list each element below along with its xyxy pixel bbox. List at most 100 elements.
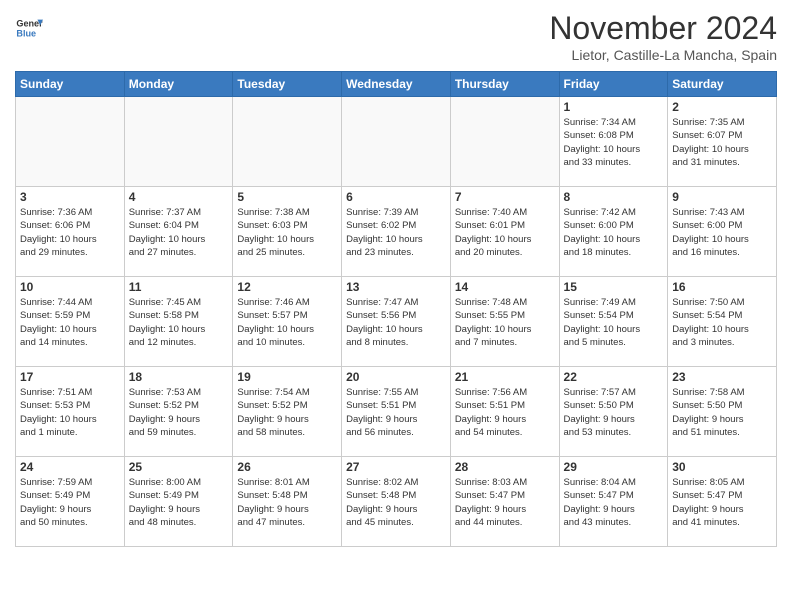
day-number: 7 (455, 190, 555, 204)
calendar-cell (450, 97, 559, 187)
calendar-cell: 16 Sunrise: 7:50 AM Sunset: 5:54 PM Dayli… (668, 277, 777, 367)
day-number: 23 (672, 370, 772, 384)
calendar-cell: 26 Sunrise: 8:01 AM Sunset: 5:48 PM Dayli… (233, 457, 342, 547)
day-detail: Sunrise: 8:02 AM Sunset: 5:48 PM Dayligh… (346, 476, 446, 529)
day-number: 13 (346, 280, 446, 294)
day-number: 8 (564, 190, 664, 204)
day-number: 16 (672, 280, 772, 294)
logo-icon: General Blue (15, 14, 43, 42)
day-detail: Sunrise: 7:57 AM Sunset: 5:50 PM Dayligh… (564, 386, 664, 439)
day-number: 28 (455, 460, 555, 474)
day-number: 18 (129, 370, 229, 384)
day-number: 27 (346, 460, 446, 474)
calendar-cell: 4 Sunrise: 7:37 AM Sunset: 6:04 PM Daylig… (124, 187, 233, 277)
day-detail: Sunrise: 7:51 AM Sunset: 5:53 PM Dayligh… (20, 386, 120, 439)
day-number: 15 (564, 280, 664, 294)
calendar-cell: 25 Sunrise: 8:00 AM Sunset: 5:49 PM Dayli… (124, 457, 233, 547)
day-number: 6 (346, 190, 446, 204)
calendar-cell: 18 Sunrise: 7:53 AM Sunset: 5:52 PM Dayli… (124, 367, 233, 457)
day-number: 9 (672, 190, 772, 204)
calendar-cell: 29 Sunrise: 8:04 AM Sunset: 5:47 PM Dayli… (559, 457, 668, 547)
day-detail: Sunrise: 8:00 AM Sunset: 5:49 PM Dayligh… (129, 476, 229, 529)
calendar-cell: 5 Sunrise: 7:38 AM Sunset: 6:03 PM Daylig… (233, 187, 342, 277)
calendar-cell: 30 Sunrise: 8:05 AM Sunset: 5:47 PM Dayli… (668, 457, 777, 547)
day-detail: Sunrise: 7:44 AM Sunset: 5:59 PM Dayligh… (20, 296, 120, 349)
day-number: 30 (672, 460, 772, 474)
calendar-week-row: 17 Sunrise: 7:51 AM Sunset: 5:53 PM Dayli… (16, 367, 777, 457)
day-number: 21 (455, 370, 555, 384)
calendar-cell: 19 Sunrise: 7:54 AM Sunset: 5:52 PM Dayli… (233, 367, 342, 457)
day-number: 4 (129, 190, 229, 204)
day-number: 20 (346, 370, 446, 384)
day-number: 17 (20, 370, 120, 384)
day-detail: Sunrise: 8:05 AM Sunset: 5:47 PM Dayligh… (672, 476, 772, 529)
day-detail: Sunrise: 7:43 AM Sunset: 6:00 PM Dayligh… (672, 206, 772, 259)
calendar-week-row: 10 Sunrise: 7:44 AM Sunset: 5:59 PM Dayli… (16, 277, 777, 367)
calendar-cell (233, 97, 342, 187)
calendar-cell: 10 Sunrise: 7:44 AM Sunset: 5:59 PM Dayli… (16, 277, 125, 367)
day-number: 3 (20, 190, 120, 204)
day-number: 24 (20, 460, 120, 474)
calendar-cell: 11 Sunrise: 7:45 AM Sunset: 5:58 PM Dayli… (124, 277, 233, 367)
day-number: 19 (237, 370, 337, 384)
weekday-header: Sunday (16, 72, 125, 97)
calendar-cell: 22 Sunrise: 7:57 AM Sunset: 5:50 PM Dayli… (559, 367, 668, 457)
calendar-cell: 24 Sunrise: 7:59 AM Sunset: 5:49 PM Dayli… (16, 457, 125, 547)
day-detail: Sunrise: 7:46 AM Sunset: 5:57 PM Dayligh… (237, 296, 337, 349)
month-title: November 2024 (549, 10, 777, 47)
calendar-cell: 3 Sunrise: 7:36 AM Sunset: 6:06 PM Daylig… (16, 187, 125, 277)
day-detail: Sunrise: 7:42 AM Sunset: 6:00 PM Dayligh… (564, 206, 664, 259)
day-detail: Sunrise: 7:36 AM Sunset: 6:06 PM Dayligh… (20, 206, 120, 259)
day-number: 25 (129, 460, 229, 474)
day-detail: Sunrise: 7:48 AM Sunset: 5:55 PM Dayligh… (455, 296, 555, 349)
day-detail: Sunrise: 7:50 AM Sunset: 5:54 PM Dayligh… (672, 296, 772, 349)
calendar-week-row: 24 Sunrise: 7:59 AM Sunset: 5:49 PM Dayli… (16, 457, 777, 547)
weekday-header: Saturday (668, 72, 777, 97)
calendar-cell: 27 Sunrise: 8:02 AM Sunset: 5:48 PM Dayli… (342, 457, 451, 547)
day-detail: Sunrise: 7:54 AM Sunset: 5:52 PM Dayligh… (237, 386, 337, 439)
calendar-cell: 7 Sunrise: 7:40 AM Sunset: 6:01 PM Daylig… (450, 187, 559, 277)
day-detail: Sunrise: 7:55 AM Sunset: 5:51 PM Dayligh… (346, 386, 446, 439)
calendar-cell: 9 Sunrise: 7:43 AM Sunset: 6:00 PM Daylig… (668, 187, 777, 277)
day-detail: Sunrise: 8:01 AM Sunset: 5:48 PM Dayligh… (237, 476, 337, 529)
calendar-cell: 21Sunrise: 7:56 AM Sunset: 5:51 PM Dayli… (450, 367, 559, 457)
day-detail: Sunrise: 8:04 AM Sunset: 5:47 PM Dayligh… (564, 476, 664, 529)
day-detail: Sunrise: 7:58 AM Sunset: 5:50 PM Dayligh… (672, 386, 772, 439)
day-number: 22 (564, 370, 664, 384)
calendar-cell (16, 97, 125, 187)
calendar-cell: 12Sunrise: 7:46 AM Sunset: 5:57 PM Dayli… (233, 277, 342, 367)
day-detail: Sunrise: 7:35 AM Sunset: 6:07 PM Dayligh… (672, 116, 772, 169)
page-header: General Blue November 2024 Lietor, Casti… (15, 10, 777, 63)
calendar-cell: 6 Sunrise: 7:39 AM Sunset: 6:02 PM Daylig… (342, 187, 451, 277)
weekday-header: Thursday (450, 72, 559, 97)
weekday-header: Wednesday (342, 72, 451, 97)
day-number: 1 (564, 100, 664, 114)
calendar-cell: 15 Sunrise: 7:49 AM Sunset: 5:54 PM Dayli… (559, 277, 668, 367)
calendar-cell: 8 Sunrise: 7:42 AM Sunset: 6:00 PM Daylig… (559, 187, 668, 277)
calendar-cell: 13Sunrise: 7:47 AM Sunset: 5:56 PM Dayli… (342, 277, 451, 367)
day-detail: Sunrise: 7:59 AM Sunset: 5:49 PM Dayligh… (20, 476, 120, 529)
day-detail: Sunrise: 8:03 AM Sunset: 5:47 PM Dayligh… (455, 476, 555, 529)
day-detail: Sunrise: 7:38 AM Sunset: 6:03 PM Dayligh… (237, 206, 337, 259)
calendar-cell: 2 Sunrise: 7:35 AM Sunset: 6:07 PM Daylig… (668, 97, 777, 187)
day-detail: Sunrise: 7:40 AM Sunset: 6:01 PM Dayligh… (455, 206, 555, 259)
day-number: 5 (237, 190, 337, 204)
day-detail: Sunrise: 7:53 AM Sunset: 5:52 PM Dayligh… (129, 386, 229, 439)
day-number: 26 (237, 460, 337, 474)
day-number: 2 (672, 100, 772, 114)
weekday-header: Tuesday (233, 72, 342, 97)
day-number: 29 (564, 460, 664, 474)
day-number: 11 (129, 280, 229, 294)
location-label: Lietor, Castille-La Mancha, Spain (549, 47, 777, 63)
day-number: 10 (20, 280, 120, 294)
day-detail: Sunrise: 7:49 AM Sunset: 5:54 PM Dayligh… (564, 296, 664, 349)
day-detail: Sunrise: 7:45 AM Sunset: 5:58 PM Dayligh… (129, 296, 229, 349)
calendar-cell: 1 Sunrise: 7:34 AM Sunset: 6:08 PM Daylig… (559, 97, 668, 187)
title-block: November 2024 Lietor, Castille-La Mancha… (549, 10, 777, 63)
day-detail: Sunrise: 7:39 AM Sunset: 6:02 PM Dayligh… (346, 206, 446, 259)
day-number: 14 (455, 280, 555, 294)
calendar-cell (342, 97, 451, 187)
day-detail: Sunrise: 7:37 AM Sunset: 6:04 PM Dayligh… (129, 206, 229, 259)
day-detail: Sunrise: 7:34 AM Sunset: 6:08 PM Dayligh… (564, 116, 664, 169)
calendar-cell: 23 Sunrise: 7:58 AM Sunset: 5:50 PM Dayli… (668, 367, 777, 457)
